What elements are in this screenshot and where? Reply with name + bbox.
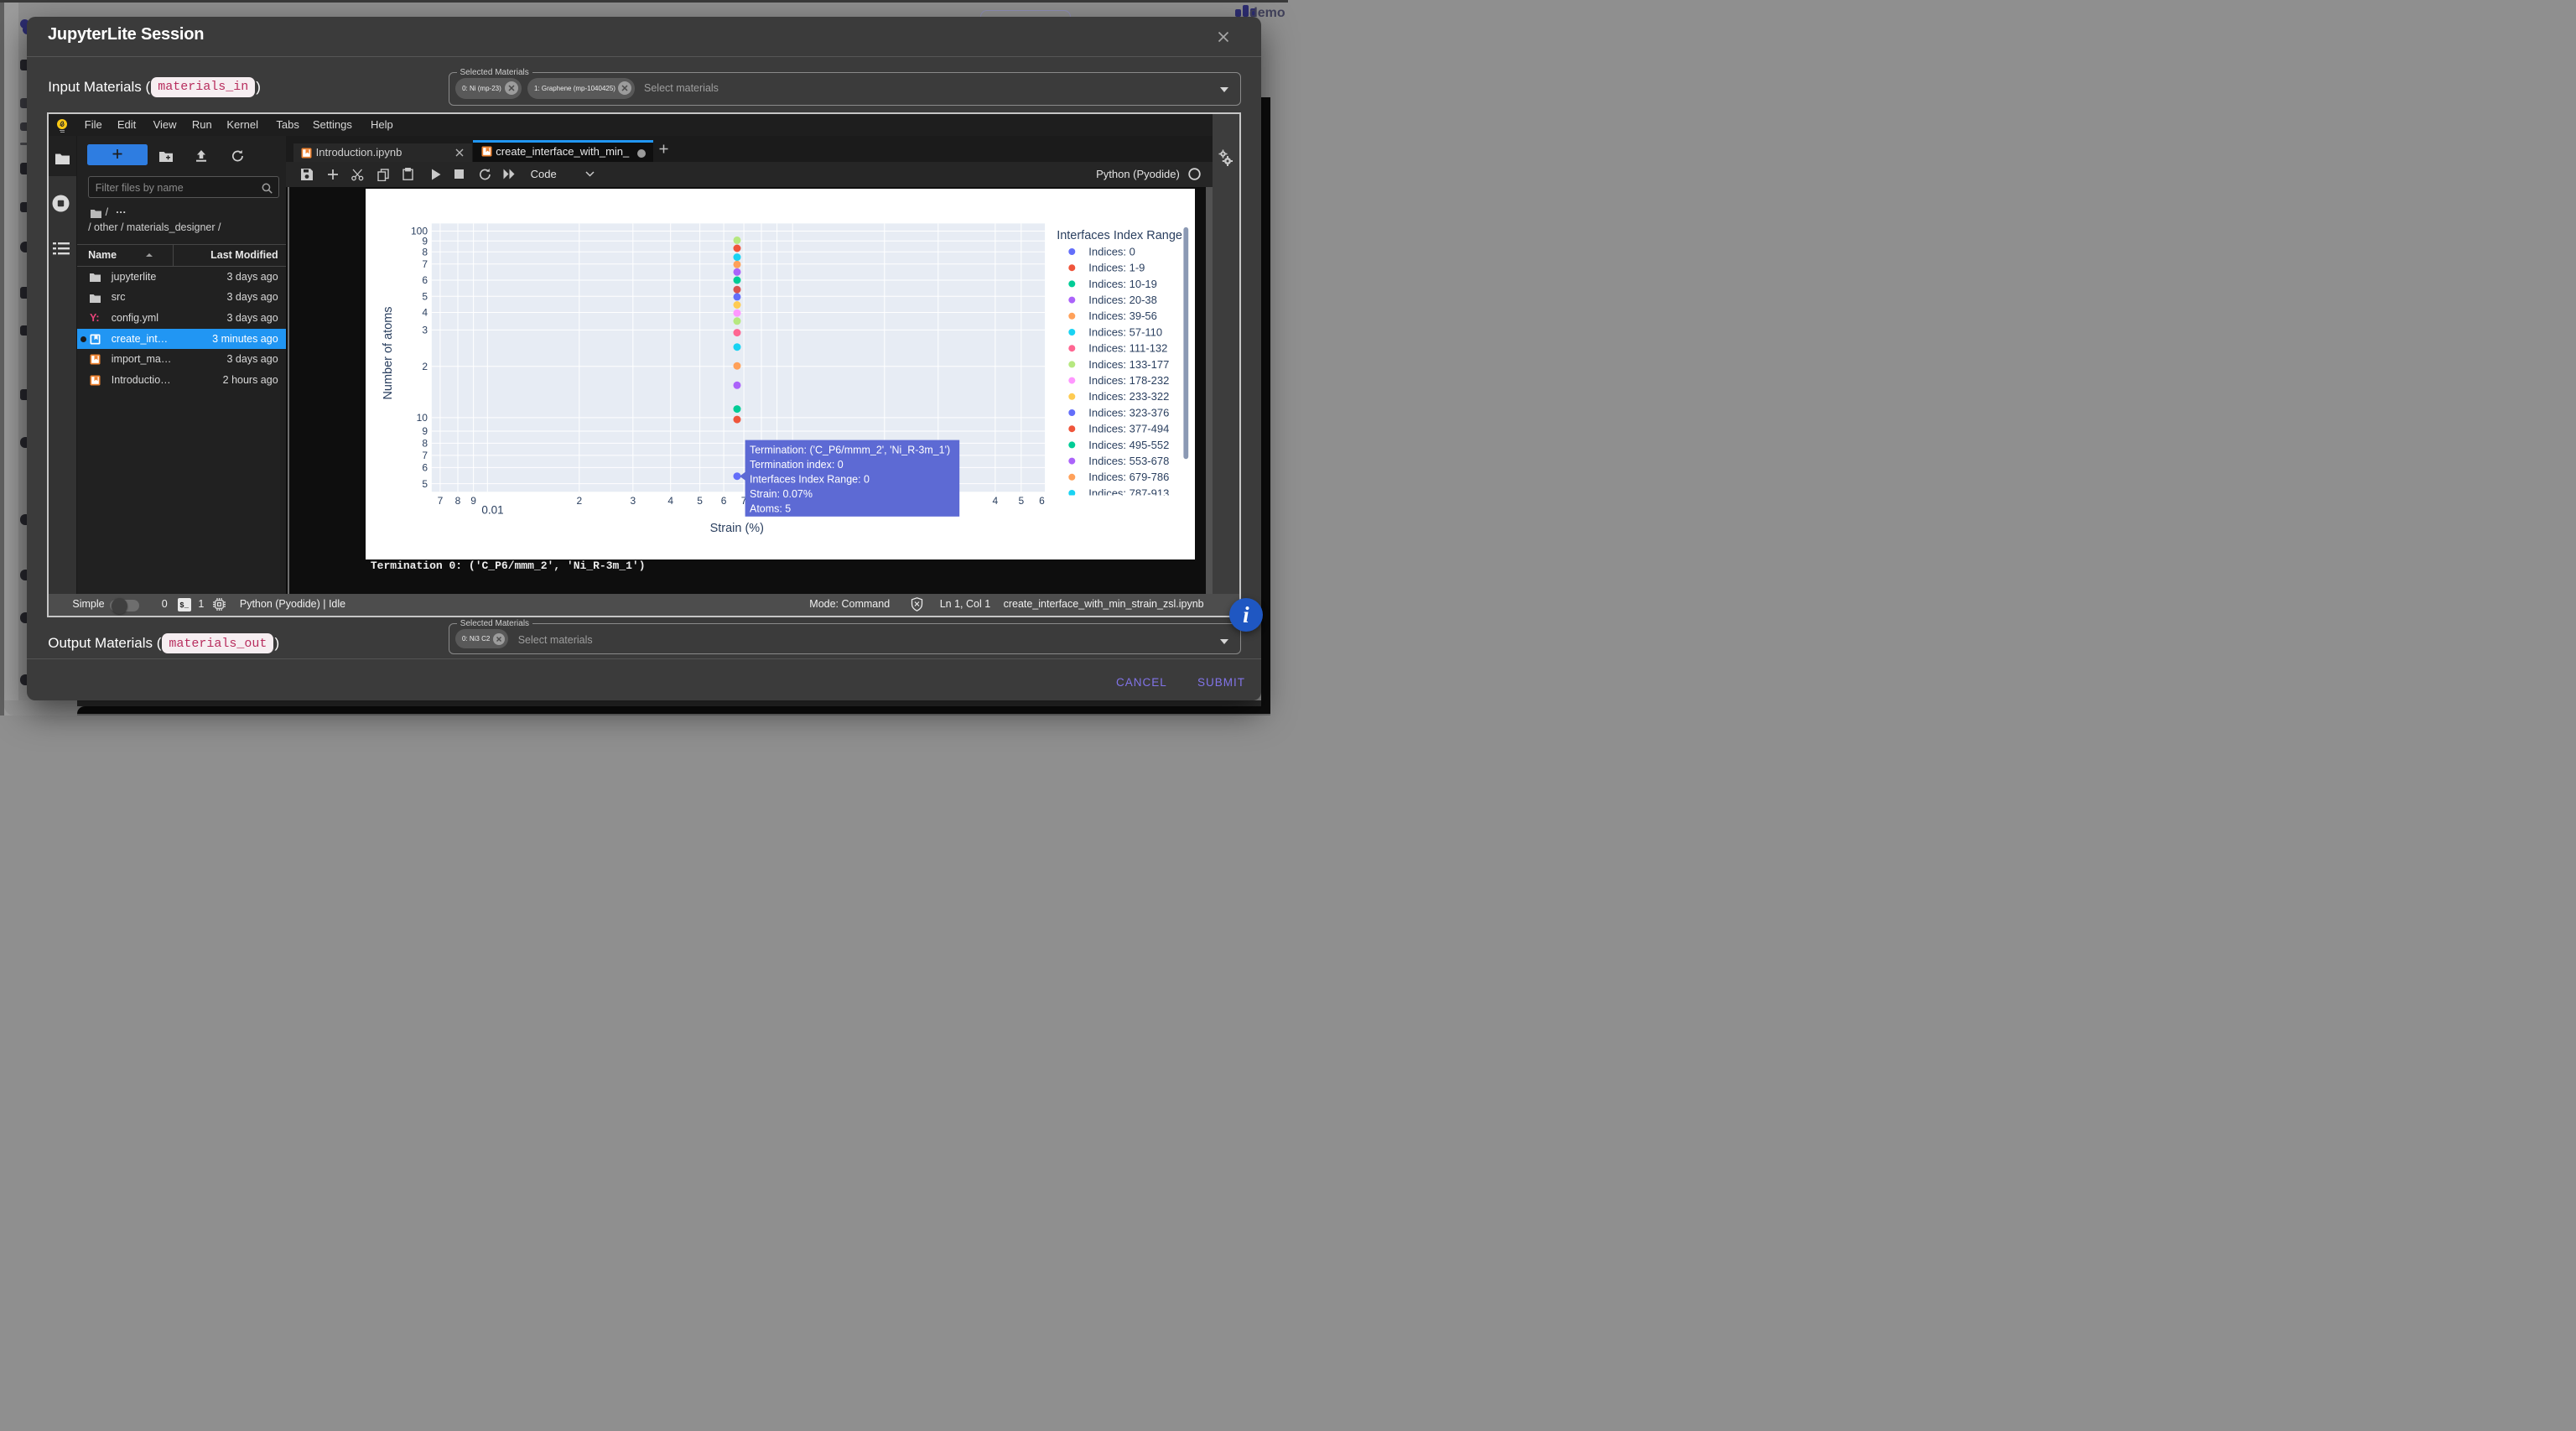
svg-text:7: 7 (423, 450, 428, 461)
svg-text:8: 8 (423, 246, 428, 258)
svg-text:6: 6 (423, 274, 428, 286)
svg-text:Interfaces Index Range: Interfaces Index Range (1057, 229, 1183, 242)
svg-text:8: 8 (455, 495, 461, 507)
svg-text:9: 9 (423, 235, 428, 247)
svg-text:9: 9 (471, 495, 477, 507)
svg-text:4: 4 (423, 307, 428, 319)
svg-text:6: 6 (423, 462, 428, 474)
svg-text:4: 4 (993, 495, 999, 507)
svg-text:Termination index: 0: Termination index: 0 (750, 459, 844, 471)
svg-text:3: 3 (423, 325, 428, 336)
svg-text:Indices: 111-132: Indices: 111-132 (1089, 342, 1168, 355)
svg-text:Indices: 377-494: Indices: 377-494 (1089, 423, 1170, 435)
svg-text:Indices: 39-56: Indices: 39-56 (1089, 310, 1158, 322)
svg-text:Indices: 1-9: Indices: 1-9 (1089, 262, 1145, 274)
svg-text:Indices: 20-38: Indices: 20-38 (1089, 294, 1158, 306)
svg-text:4: 4 (668, 495, 674, 507)
svg-text:5: 5 (423, 290, 428, 302)
svg-text:Indices: 57-110: Indices: 57-110 (1089, 325, 1163, 338)
svg-text:8: 8 (423, 438, 428, 450)
svg-text:Indices: 553-678: Indices: 553-678 (1089, 455, 1170, 467)
svg-text:9: 9 (423, 425, 428, 437)
svg-text:10: 10 (417, 412, 428, 424)
svg-text:Strain (%): Strain (%) (710, 522, 764, 535)
svg-text:6: 6 (721, 495, 727, 507)
svg-text:6: 6 (1040, 495, 1046, 507)
svg-text:Indices: 133-177: Indices: 133-177 (1089, 358, 1170, 371)
svg-text:Termination: ('C_P6/mmm_2', 'N: Termination: ('C_P6/mmm_2', 'Ni_R-3m_1') (750, 444, 950, 455)
svg-text:5: 5 (698, 495, 704, 507)
svg-text:3: 3 (631, 495, 636, 507)
svg-text:Indices: 178-232: Indices: 178-232 (1089, 374, 1170, 387)
svg-text:Interfaces Index Range: 0: Interfaces Index Range: 0 (750, 473, 870, 485)
svg-text:Number of atoms: Number of atoms (382, 306, 395, 399)
svg-text:Indices: 495-552: Indices: 495-552 (1089, 439, 1170, 451)
svg-text:7: 7 (438, 495, 444, 507)
svg-text:2: 2 (577, 495, 583, 507)
svg-text:Indices: 0: Indices: 0 (1089, 245, 1136, 258)
svg-text:Indices: 679-786: Indices: 679-786 (1089, 471, 1170, 483)
svg-text:7: 7 (423, 258, 428, 270)
svg-text:0.01: 0.01 (482, 503, 504, 516)
svg-text:Indices: 10-19: Indices: 10-19 (1089, 278, 1158, 290)
svg-text:Indices: 233-322: Indices: 233-322 (1089, 390, 1170, 403)
svg-text:2: 2 (423, 361, 428, 372)
svg-text:5: 5 (423, 478, 428, 490)
svg-text:Strain: 0.07%: Strain: 0.07% (750, 488, 813, 500)
svg-text:5: 5 (1019, 495, 1025, 507)
svg-text:Atoms: 5: Atoms: 5 (750, 502, 791, 514)
svg-text:Indices: 323-376: Indices: 323-376 (1089, 406, 1170, 419)
